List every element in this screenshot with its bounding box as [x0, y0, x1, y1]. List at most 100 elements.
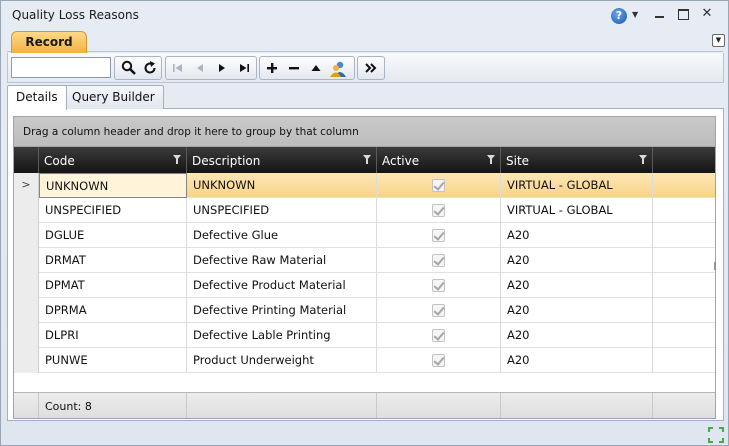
title-bar: Quality Loss Reasons ? ▼ ✕ — [1, 1, 728, 30]
help-icon[interactable]: ? — [611, 8, 627, 24]
filter-icon[interactable] — [173, 155, 181, 164]
cell-site[interactable]: A20 — [501, 223, 653, 248]
column-header-active-label: Active — [382, 154, 420, 168]
move-up-icon[interactable] — [306, 60, 326, 76]
grid-rows: > UNKNOWN UNKNOWN VIRTUAL - GLOBAL UNSPECIFI… — [14, 173, 715, 373]
filter-icon[interactable] — [639, 155, 647, 164]
active-checkbox[interactable] — [432, 229, 445, 242]
first-record-icon[interactable] — [168, 60, 188, 76]
cell-filler — [653, 173, 715, 198]
more-options-icon[interactable] — [361, 60, 381, 76]
cell-site[interactable]: VIRTUAL - GLOBAL — [501, 173, 653, 198]
previous-record-icon[interactable] — [190, 60, 210, 76]
ribbon-collapse-icon[interactable]: ▼ — [712, 34, 725, 47]
resize-grip-icon[interactable] — [708, 427, 724, 443]
column-header-code[interactable]: Code — [39, 147, 187, 173]
cell-code[interactable]: UNKNOWN — [39, 173, 187, 198]
table-row[interactable]: PUNWE Product Underweight A20 — [14, 348, 715, 373]
cell-description[interactable]: Product Underweight — [187, 348, 377, 373]
close-icon[interactable]: ✕ — [698, 7, 716, 23]
minimize-icon[interactable] — [651, 7, 669, 23]
cell-active[interactable] — [377, 348, 501, 373]
refresh-icon[interactable] — [140, 60, 160, 76]
scrollbar[interactable] — [714, 262, 716, 270]
row-indicator[interactable]: > — [14, 173, 39, 198]
search-input[interactable] — [11, 57, 111, 78]
table-row[interactable]: > UNKNOWN UNKNOWN VIRTUAL - GLOBAL — [14, 173, 715, 198]
cell-code[interactable]: UNSPECIFIED — [39, 198, 187, 223]
cell-site[interactable]: A20 — [501, 323, 653, 348]
table-row[interactable]: DRMAT Defective Raw Material A20 — [14, 248, 715, 273]
cell-active[interactable] — [377, 323, 501, 348]
table-row[interactable]: DGLUE Defective Glue A20 — [14, 223, 715, 248]
cell-active[interactable] — [377, 223, 501, 248]
filter-icon[interactable] — [363, 155, 371, 164]
table-row[interactable]: DPMAT Defective Product Material A20 — [14, 273, 715, 298]
active-checkbox[interactable] — [432, 354, 445, 367]
last-record-icon[interactable] — [234, 60, 254, 76]
delete-icon[interactable] — [284, 60, 304, 76]
row-indicator[interactable] — [14, 273, 39, 298]
cell-site[interactable]: A20 — [501, 248, 653, 273]
cell-code[interactable]: DLPRI — [39, 323, 187, 348]
cell-active[interactable] — [377, 173, 501, 198]
tab-query-builder[interactable]: Query Builder — [63, 85, 164, 109]
cell-code[interactable]: DRMAT — [39, 248, 187, 273]
group-by-panel[interactable]: Drag a column header and drop it here to… — [14, 117, 715, 147]
ribbon-tab-record[interactable]: Record — [11, 31, 87, 53]
table-row[interactable]: DLPRI Defective Lable Printing A20 — [14, 323, 715, 348]
active-checkbox[interactable] — [432, 179, 445, 192]
cell-active[interactable] — [377, 248, 501, 273]
row-indicator[interactable] — [14, 323, 39, 348]
navigation-group — [165, 56, 257, 80]
help-dropdown-icon[interactable]: ▼ — [632, 10, 638, 19]
active-checkbox[interactable] — [432, 254, 445, 267]
active-checkbox[interactable] — [432, 329, 445, 342]
cell-description[interactable]: Defective Lable Printing — [187, 323, 377, 348]
ribbon: Record — [7, 30, 723, 53]
cell-code[interactable]: PUNWE — [39, 348, 187, 373]
cell-description[interactable]: UNSPECIFIED — [187, 198, 377, 223]
column-header-description[interactable]: Description — [187, 147, 377, 173]
table-row[interactable]: DPRMA Defective Printing Material A20 — [14, 298, 715, 323]
cell-description[interactable]: Defective Printing Material — [187, 298, 377, 323]
cell-description[interactable]: UNKNOWN — [187, 173, 377, 198]
column-header-active[interactable]: Active — [377, 147, 501, 173]
details-panel: Drag a column header and drop it here to… — [7, 109, 724, 421]
cell-site[interactable]: A20 — [501, 273, 653, 298]
active-checkbox[interactable] — [432, 204, 445, 217]
cell-description[interactable]: Defective Product Material — [187, 273, 377, 298]
users-icon[interactable] — [328, 60, 348, 77]
table-row[interactable]: UNSPECIFIED UNSPECIFIED VIRTUAL - GLOBAL — [14, 198, 715, 223]
data-grid: Drag a column header and drop it here to… — [13, 116, 716, 419]
cell-site[interactable]: A20 — [501, 348, 653, 373]
cell-active[interactable] — [377, 298, 501, 323]
row-indicator[interactable] — [14, 223, 39, 248]
filter-icon[interactable] — [487, 155, 495, 164]
row-indicator[interactable] — [14, 198, 39, 223]
row-indicator[interactable] — [14, 298, 39, 323]
restore-icon[interactable] — [674, 7, 692, 23]
cell-code[interactable]: DGLUE — [39, 223, 187, 248]
cell-active[interactable] — [377, 273, 501, 298]
row-indicator[interactable] — [14, 348, 39, 373]
cell-description[interactable]: Defective Raw Material — [187, 248, 377, 273]
column-header-site[interactable]: Site — [501, 147, 653, 173]
cell-code[interactable]: DPRMA — [39, 298, 187, 323]
tab-details[interactable]: Details — [7, 85, 67, 110]
active-checkbox[interactable] — [432, 304, 445, 317]
cell-code[interactable]: DPMAT — [39, 273, 187, 298]
cell-description[interactable]: Defective Glue — [187, 223, 377, 248]
cell-filler — [653, 198, 715, 223]
active-checkbox[interactable] — [432, 279, 445, 292]
cell-active[interactable] — [377, 198, 501, 223]
cell-site[interactable]: VIRTUAL - GLOBAL — [501, 198, 653, 223]
next-record-icon[interactable] — [212, 60, 232, 76]
cell-site[interactable]: A20 — [501, 298, 653, 323]
row-indicator[interactable] — [14, 248, 39, 273]
cell-filler — [653, 223, 715, 248]
search-icon[interactable] — [119, 60, 139, 76]
edit-group — [259, 56, 355, 80]
add-icon[interactable] — [262, 60, 282, 76]
more-group — [357, 56, 385, 80]
